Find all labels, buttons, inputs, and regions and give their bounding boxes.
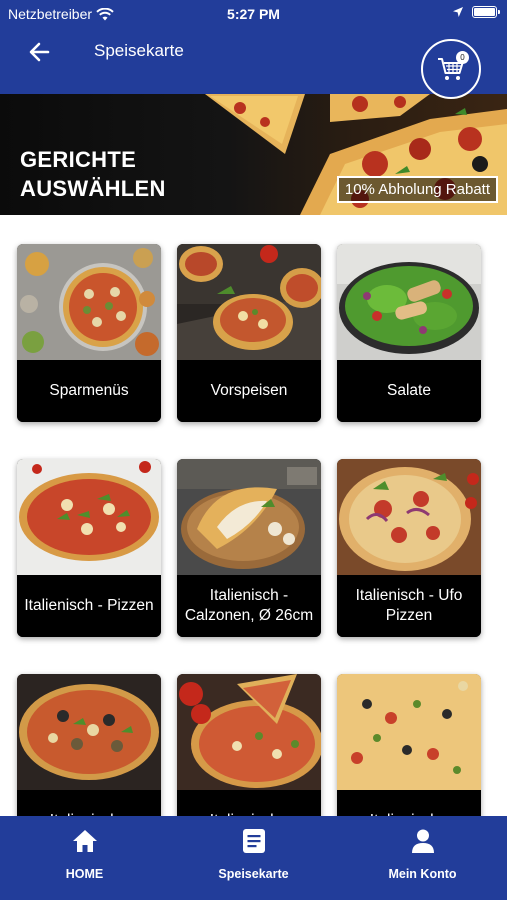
salate-image <box>337 244 481 360</box>
user-icon <box>411 829 434 853</box>
location-arrow-icon <box>453 7 463 17</box>
status-right <box>452 6 500 18</box>
category-card-italienisch-ufo-pizzen[interactable]: Italienisch - Ufo Pizzen <box>337 459 481 637</box>
category-label: Sparmenüs <box>17 360 161 422</box>
cart-button[interactable] <box>421 39 481 99</box>
cart-count-badge: 0 <box>456 51 469 64</box>
category-card-italienisch-row3-2[interactable]: Italienisch - <box>177 674 321 818</box>
battery-icon <box>472 6 500 18</box>
category-label: Italienisch - Calzonen, Ø 26cm <box>177 575 321 637</box>
status-time: 5:27 PM <box>227 6 280 22</box>
category-label: Vorspeisen <box>177 360 321 422</box>
category-label: Italienisch - <box>177 790 321 818</box>
italienisch-calzonen-image <box>177 459 321 575</box>
sparmenues-image <box>17 244 161 360</box>
tab-label: Mein Konto <box>388 867 457 881</box>
tab-label: HOME <box>65 867 104 881</box>
hero-title: GERICHTE AUSWÄHLEN <box>20 147 166 201</box>
pizza-image <box>177 674 321 790</box>
category-card-italienisch-pizzen[interactable]: Italienisch - Pizzen <box>17 459 161 637</box>
status-bar: Netzbetreiber 5:27 PM <box>0 0 507 28</box>
category-card-italienisch-calzonen[interactable]: Italienisch - Calzonen, Ø 26cm <box>177 459 321 637</box>
category-label: Italienisch - Pizzen <box>17 575 161 637</box>
category-label: Italienisch - <box>337 790 481 818</box>
category-card-sparmenues[interactable]: Sparmenüs <box>17 244 161 422</box>
category-card-italienisch-row3-1[interactable]: Italienisch - <box>17 674 161 818</box>
page-title: Speisekarte <box>94 41 184 60</box>
italienisch-pizzen-image <box>17 459 161 575</box>
category-card-salate[interactable]: Salate <box>337 244 481 422</box>
category-card-vorspeisen[interactable]: Vorspeisen <box>177 244 321 422</box>
tab-speisekarte[interactable]: Speisekarte <box>169 816 338 900</box>
home-icon <box>72 830 97 852</box>
back-arrow-icon[interactable] <box>26 38 54 66</box>
category-label: Italienisch - <box>17 790 161 818</box>
tab-home[interactable]: HOME <box>0 816 169 900</box>
category-label: Italienisch - Ufo Pizzen <box>337 575 481 637</box>
hero-banner: GERICHTE AUSWÄHLEN 10% Abholung Rabatt <box>0 94 507 215</box>
tab-label: Speisekarte <box>218 867 289 881</box>
pizza-image <box>337 674 481 790</box>
category-card-italienisch-row3-3[interactable]: Italienisch - <box>337 674 481 818</box>
pizza-image <box>17 674 161 790</box>
tab-mein-konto[interactable]: Mein Konto <box>338 816 507 900</box>
italienisch-ufo-pizzen-image <box>337 459 481 575</box>
vorspeisen-image <box>177 244 321 360</box>
category-label: Salate <box>337 360 481 422</box>
bottom-tab-bar: HOME Speisekarte Mein Konto <box>0 816 507 900</box>
discount-badge: 10% Abholung Rabatt <box>336 176 498 203</box>
menu-list-icon <box>242 829 265 853</box>
category-grid: Sparmenüs Vorspeisen Salate Italienisch … <box>12 228 495 818</box>
